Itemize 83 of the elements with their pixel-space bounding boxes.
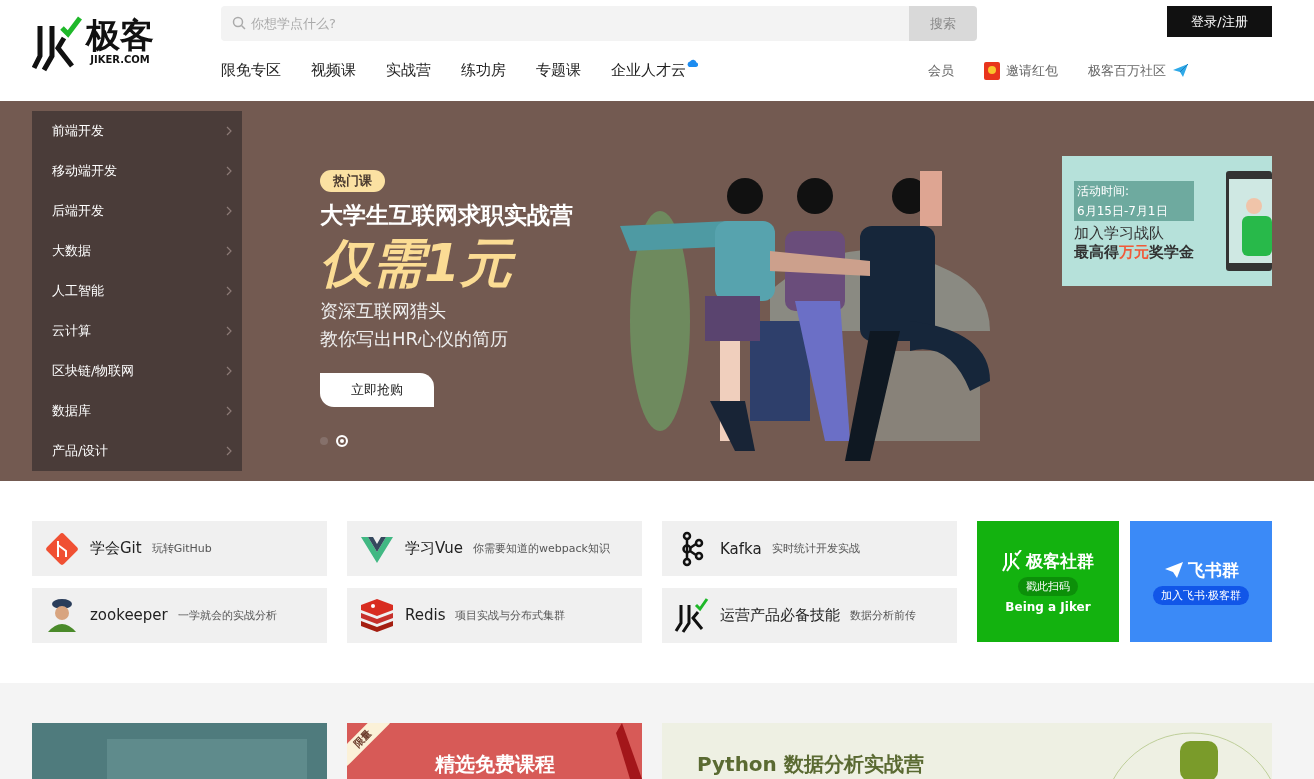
site-logo[interactable]: 极客 JIKER.COM [32,0,221,101]
chevron-right-icon [226,326,232,336]
login-button[interactable]: 登录/注册 [1167,6,1272,37]
course-card[interactable]: 学习Vue 你需要知道的webpack知识 [347,521,642,576]
group-caption: Being a Jiker [1005,599,1091,614]
course-title: 学习Vue [405,539,463,558]
course-title: Kafka [720,539,762,558]
promo-card[interactable]: 活动时间: 6月15日-7月1日 加入学习战队 最高得万元奖学金 [1062,156,1272,286]
category-item[interactable]: 大数据 [32,231,242,271]
search-field[interactable]: 你想学点什么? [221,6,909,41]
course-description: 你需要知道的webpack知识 [473,541,610,556]
chevron-right-icon [226,126,232,136]
header-link[interactable]: 会员 [928,61,954,80]
chevron-right-icon [226,286,232,296]
banner-subtitle: 资深互联网猎头 [320,299,447,323]
chevron-right-icon [226,166,232,176]
course-title: zookeeper [90,606,168,624]
banner-title: 大学生互联网求职实战营 [320,201,573,230]
course-card[interactable]: zookeeper 一学就会的实战分析 [32,587,327,643]
banner-subtitle: 教你写出HR心仪的简历 [320,327,509,351]
logo-mark-icon [32,16,82,72]
course-card[interactable]: 运营产品必备技能 数据分析前传 [662,587,957,643]
logo-text: 极客 [86,16,154,54]
course-description: 实时统计开发实战 [771,541,860,556]
group-title: 极客社群 [1026,549,1094,573]
paper-plane-icon [1163,561,1184,579]
category-item[interactable]: 数据库 [32,391,242,431]
hot-tag: 热门课 [320,170,385,192]
logo-mark-icon [674,597,710,633]
course-description: 一学就会的实战分析 [177,607,277,623]
chevron-right-icon [226,446,232,456]
promo-title: Python 数据分析实战营 [697,751,924,778]
nav-link[interactable]: 企业人才云 [611,61,686,80]
logo-mark-icon [1002,550,1022,572]
search-icon [232,16,246,30]
chevron-right-icon [226,206,232,216]
event-time: 6月15日-7月1日 [1074,200,1194,221]
carousel-dot[interactable] [320,437,328,445]
carousel-dot[interactable] [336,435,348,447]
nav-link[interactable]: 实战营 [386,61,431,80]
nav-link[interactable]: 限免专区 [221,61,281,80]
chevron-right-icon [226,406,232,416]
nav-link[interactable]: 视频课 [311,61,356,80]
category-item[interactable]: 产品/设计 [32,431,242,471]
promo-title: 精选免费课程 [434,751,555,778]
group-title: 飞书群 [1187,558,1239,582]
group-pill: 戳此扫码 [1018,576,1078,596]
group-pill: 加入飞书·极客群 [1152,585,1250,605]
course-card[interactable]: Redis 项目实战与分布式集群 [347,587,642,643]
promo-banner[interactable] [32,723,327,779]
header-link[interactable]: 邀请红包 [984,61,1058,80]
promo-banner[interactable]: 限量 精选免费课程 [347,723,642,779]
course-description: 数据分析前传 [850,607,916,623]
course-card[interactable]: Kafka 实时统计开发实战 [662,521,957,576]
category-item[interactable]: 人工智能 [32,271,242,311]
group-card[interactable]: 极客社群 戳此扫码 Being a Jiker [977,521,1119,642]
course-card[interactable]: 学会Git 玩转GitHub [32,521,327,576]
course-title: 学会Git [90,539,142,558]
category-item[interactable]: 移动端开发 [32,151,242,191]
promo-text: 加入学习战队 [1074,223,1165,243]
header-link[interactable]: 极客百万社区 [1088,61,1189,80]
course-title: 运营产品必备技能 [720,605,840,625]
course-title: Redis [405,606,446,624]
category-item[interactable]: 云计算 [32,311,242,351]
chevron-right-icon [226,246,232,256]
stacked-blocks-icon [359,597,395,633]
nav-link[interactable]: 专题课 [536,61,581,80]
nav-link[interactable]: 练功房 [461,61,506,80]
category-item[interactable]: 前端开发 [32,111,242,151]
event-time-label: 活动时间: [1074,180,1194,201]
course-description: 玩转GitHub [151,541,212,556]
group-card[interactable]: 飞书群 加入飞书·极客群 [1130,521,1272,642]
category-item[interactable]: 区块链/物联网 [32,351,242,391]
promo-banner[interactable]: Python 数据分析实战营 [662,723,1272,779]
promo-highlight: 最高得万元奖学金 [1074,242,1194,262]
gift-envelope-icon [984,61,1000,80]
buy-now-button[interactable]: 立即抢购 [320,373,434,407]
category-item[interactable]: 后端开发 [32,191,242,231]
paper-plane-icon [1172,63,1189,78]
chevron-right-icon [226,366,232,376]
limited-ribbon: 限量 [347,723,390,766]
course-description: 项目实战与分布式集群 [455,607,566,623]
logo-subtext: JIKER.COM [90,54,150,66]
